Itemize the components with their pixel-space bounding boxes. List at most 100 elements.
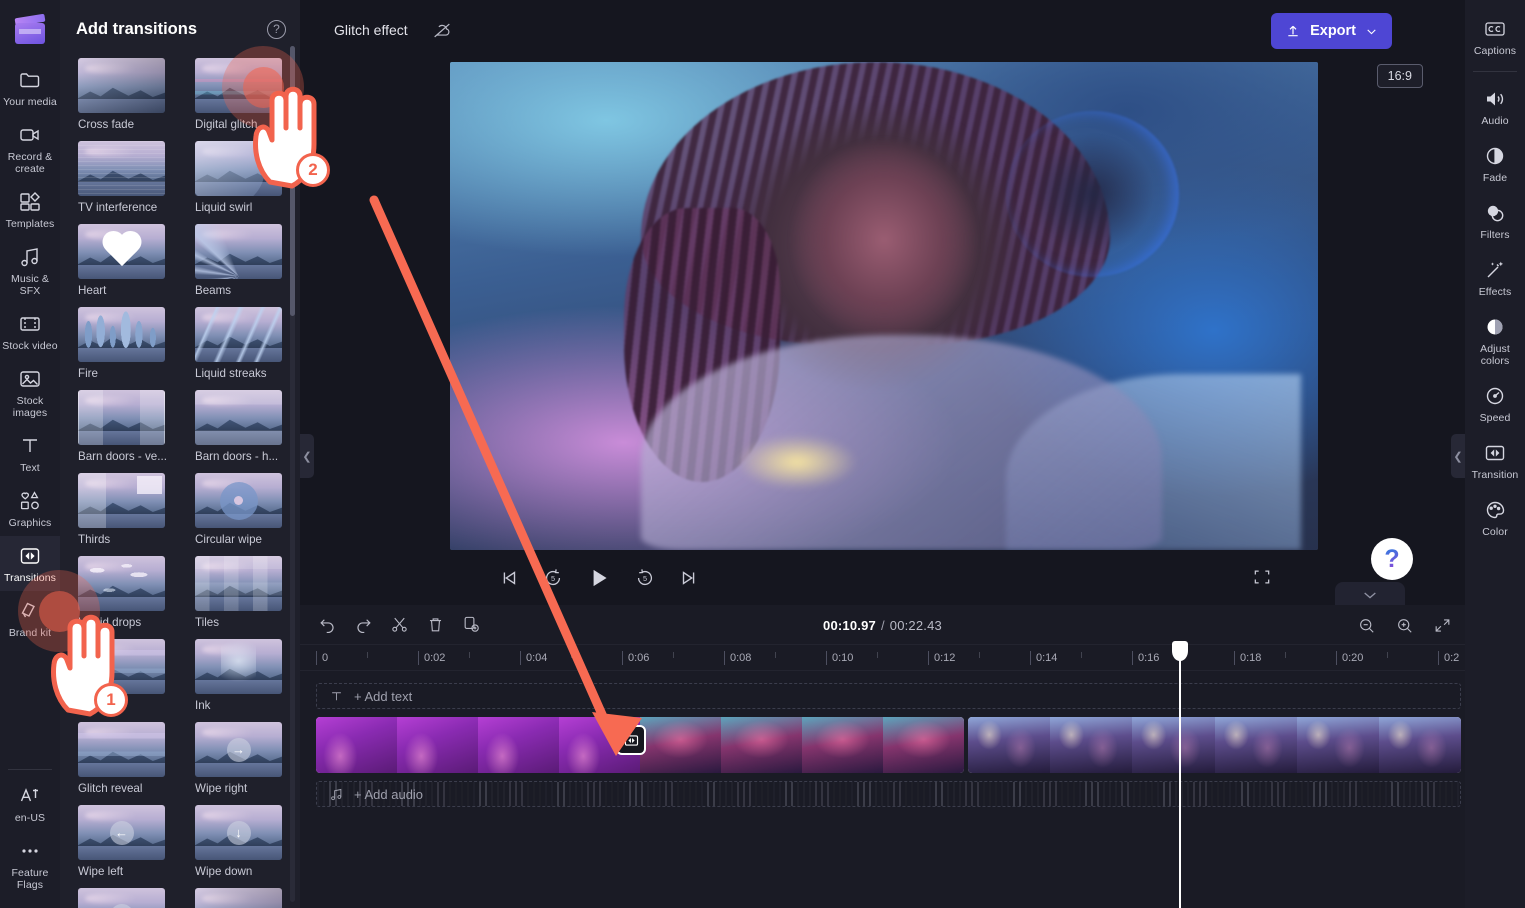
transition-item[interactable]: Fire [78, 307, 181, 380]
aspect-ratio-badge[interactable]: 16:9 [1376, 64, 1423, 88]
right-item-audio[interactable]: Audio [1465, 78, 1525, 135]
folder-icon [20, 73, 40, 88]
collapse-right-panel-handle[interactable]: ❮ [1451, 434, 1465, 478]
redo-button[interactable] [352, 614, 374, 636]
panel-scrollbar[interactable] [290, 46, 295, 316]
right-item-speed[interactable]: Speed [1465, 375, 1525, 432]
transition-item[interactable]: Ink [195, 639, 298, 712]
app-logo[interactable] [0, 0, 60, 60]
transition-item[interactable]: Circular wipe [195, 473, 298, 546]
transition-item[interactable] [195, 888, 298, 908]
sidebar-item-templates[interactable]: Templates [0, 182, 60, 237]
fullscreen-button[interactable] [1252, 567, 1272, 592]
transition-item[interactable]: Cross fade [78, 58, 181, 131]
transitions-scroll-area[interactable]: Cross fade Digital glitch TV interference L… [60, 50, 300, 908]
transition-label: Barn doors - ve... [78, 450, 167, 463]
sidebar-item-stock-video[interactable]: Stock video [0, 304, 60, 359]
transition-item[interactable]: Barn doors - h... [195, 390, 298, 463]
sidebar-item-label: Transitions [3, 572, 57, 584]
transition-item[interactable]: Tiles [195, 556, 298, 629]
delete-button[interactable] [424, 614, 446, 636]
transition-item[interactable]: Beams [195, 224, 298, 297]
playhead-knob[interactable] [1172, 641, 1188, 661]
transition-item[interactable]: Thirds [78, 473, 181, 546]
sidebar-item-transitions[interactable]: Transitions [0, 536, 60, 591]
svg-text:5: 5 [643, 574, 647, 583]
fullscreen-icon [1254, 570, 1270, 584]
transition-item[interactable]: Liquid streaks [195, 307, 298, 380]
transition-marker-button[interactable] [616, 725, 646, 755]
sidebar-item-graphics[interactable]: Graphics [0, 481, 60, 536]
sidebar-item-label: en-US [14, 812, 46, 824]
split-button[interactable] [388, 614, 410, 636]
transition-thumbnail [78, 307, 165, 362]
sidebar-item-feature-flags[interactable]: Feature Flags [0, 831, 60, 898]
right-item-fade[interactable]: Fade [1465, 135, 1525, 192]
transition-preview-overlay [78, 390, 165, 445]
right-item-filters[interactable]: Filters [1465, 192, 1525, 249]
duplicate-button[interactable] [460, 614, 482, 636]
right-item-captions[interactable]: Captions [1465, 8, 1525, 65]
sidebar-item-text[interactable]: Text [0, 426, 60, 481]
transition-label: Liquid swirl [195, 201, 253, 214]
rail-divider [8, 769, 52, 770]
transition-thumbnail: ← [78, 805, 165, 860]
transition-item[interactable]: Liquid swirl [195, 141, 298, 214]
speaker-icon [1487, 92, 1504, 106]
rewind-5-button[interactable]: 5 [542, 567, 564, 589]
video-clip-2[interactable] [968, 717, 1461, 773]
transition-item[interactable]: Heart [78, 224, 181, 297]
transition-thumbnail [78, 58, 165, 113]
transition-preview-overlay [78, 224, 165, 279]
ruler-tick-minor [571, 652, 572, 658]
zoom-out-button[interactable] [1355, 614, 1377, 636]
right-item-color[interactable]: Color [1465, 489, 1525, 546]
transition-label: Thirds [78, 533, 111, 546]
transition-item[interactable]: Barn doors - ve... [78, 390, 181, 463]
transition-item[interactable]: ← Wipe left [78, 805, 181, 878]
timeline-ruler[interactable]: 0 0:02 0:04 0:06 0:08 0:10 0:12 0:14 0:16 0:18 0:2… [300, 645, 1465, 671]
sidebar-item-your-media[interactable]: Your media [0, 60, 60, 115]
transition-item[interactable]: Glitch reveal [78, 722, 181, 795]
transition-item[interactable]: ↑ [78, 888, 181, 908]
panel-title: Add transitions [76, 19, 198, 38]
ruler-tick [418, 651, 419, 665]
help-floating-button[interactable]: ? [1371, 538, 1413, 580]
sidebar-item-record-create[interactable]: Record & create [0, 115, 60, 182]
question-circle-icon[interactable]: ? [267, 19, 286, 39]
right-sidebar: Captions Audio Fade Filters Effects Adju… [1465, 0, 1525, 908]
play-button[interactable] [586, 565, 612, 591]
skip-to-start-button[interactable] [498, 567, 520, 589]
right-item-effects[interactable]: Effects [1465, 249, 1525, 306]
zoom-in-button[interactable] [1393, 614, 1415, 636]
ruler-tick [928, 651, 929, 665]
fit-to-screen-button[interactable] [1431, 614, 1453, 636]
right-item-adjust-colors[interactable]: Adjust colors [1465, 306, 1525, 375]
skip-to-end-button[interactable] [678, 567, 700, 589]
transition-item[interactable]: TV interference [78, 141, 181, 214]
add-audio-track[interactable]: + Add audio [316, 781, 1461, 807]
export-button[interactable]: Export [1271, 13, 1392, 49]
transition-item[interactable]: → Wipe right [195, 722, 298, 795]
sidebar-item-language[interactable]: en-US [0, 776, 60, 831]
collapse-left-panel-handle[interactable]: ❮ [300, 434, 314, 478]
video-preview[interactable] [450, 62, 1318, 550]
undo-button[interactable] [316, 614, 338, 636]
transition-item[interactable]: Liquid drops [78, 556, 181, 629]
add-text-track[interactable]: + Add text [316, 683, 1461, 709]
transition-thumbnail [78, 556, 165, 611]
effect-chip[interactable]: Glitch effect [320, 15, 422, 45]
transition-icon [624, 734, 638, 746]
transition-item[interactable] [78, 639, 181, 712]
cloud-off-icon[interactable] [426, 14, 458, 46]
transition-item[interactable]: Digital glitch [195, 58, 298, 131]
sidebar-item-brand-kit[interactable]: Brand kit [0, 591, 60, 646]
sidebar-item-music-sfx[interactable]: Music & SFX [0, 237, 60, 304]
transition-preview-overlay [78, 141, 165, 196]
transition-item[interactable]: ↓ Wipe down [195, 805, 298, 878]
sidebar-item-stock-images[interactable]: Stock images [0, 359, 60, 426]
playhead[interactable] [1172, 641, 1188, 908]
film-strip-icon [20, 317, 40, 331]
right-item-transition[interactable]: Transition [1465, 432, 1525, 489]
forward-5-button[interactable]: 5 [634, 567, 656, 589]
